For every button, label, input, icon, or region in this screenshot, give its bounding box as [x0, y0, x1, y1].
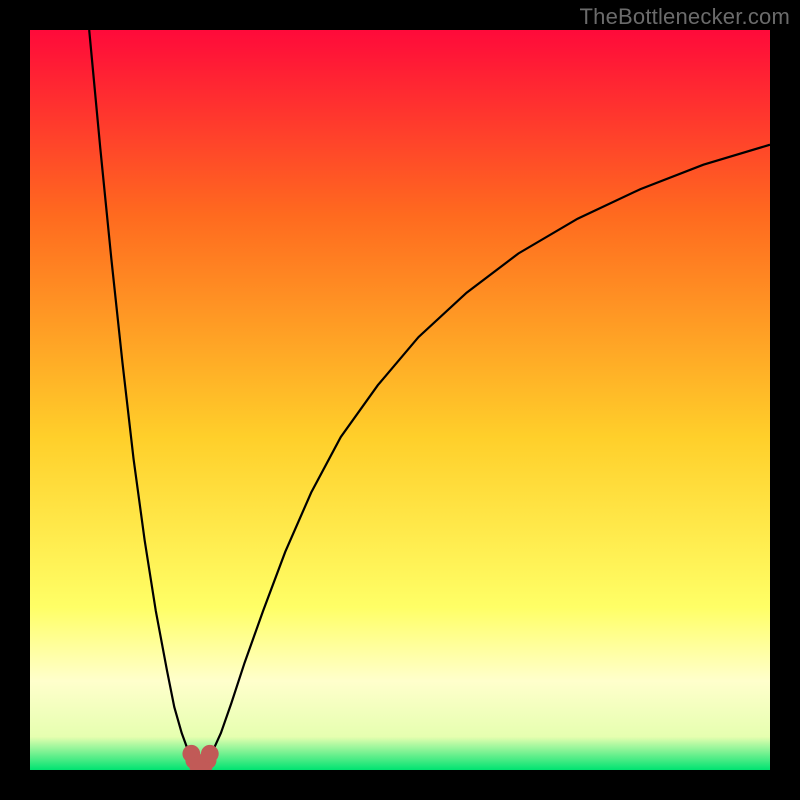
bottleneck-chart	[30, 30, 770, 770]
marker-right-endpoint	[201, 745, 219, 763]
watermark-text: TheBottlenecker.com	[580, 4, 790, 30]
chart-frame: TheBottlenecker.com	[0, 0, 800, 800]
gradient-background	[30, 30, 770, 770]
